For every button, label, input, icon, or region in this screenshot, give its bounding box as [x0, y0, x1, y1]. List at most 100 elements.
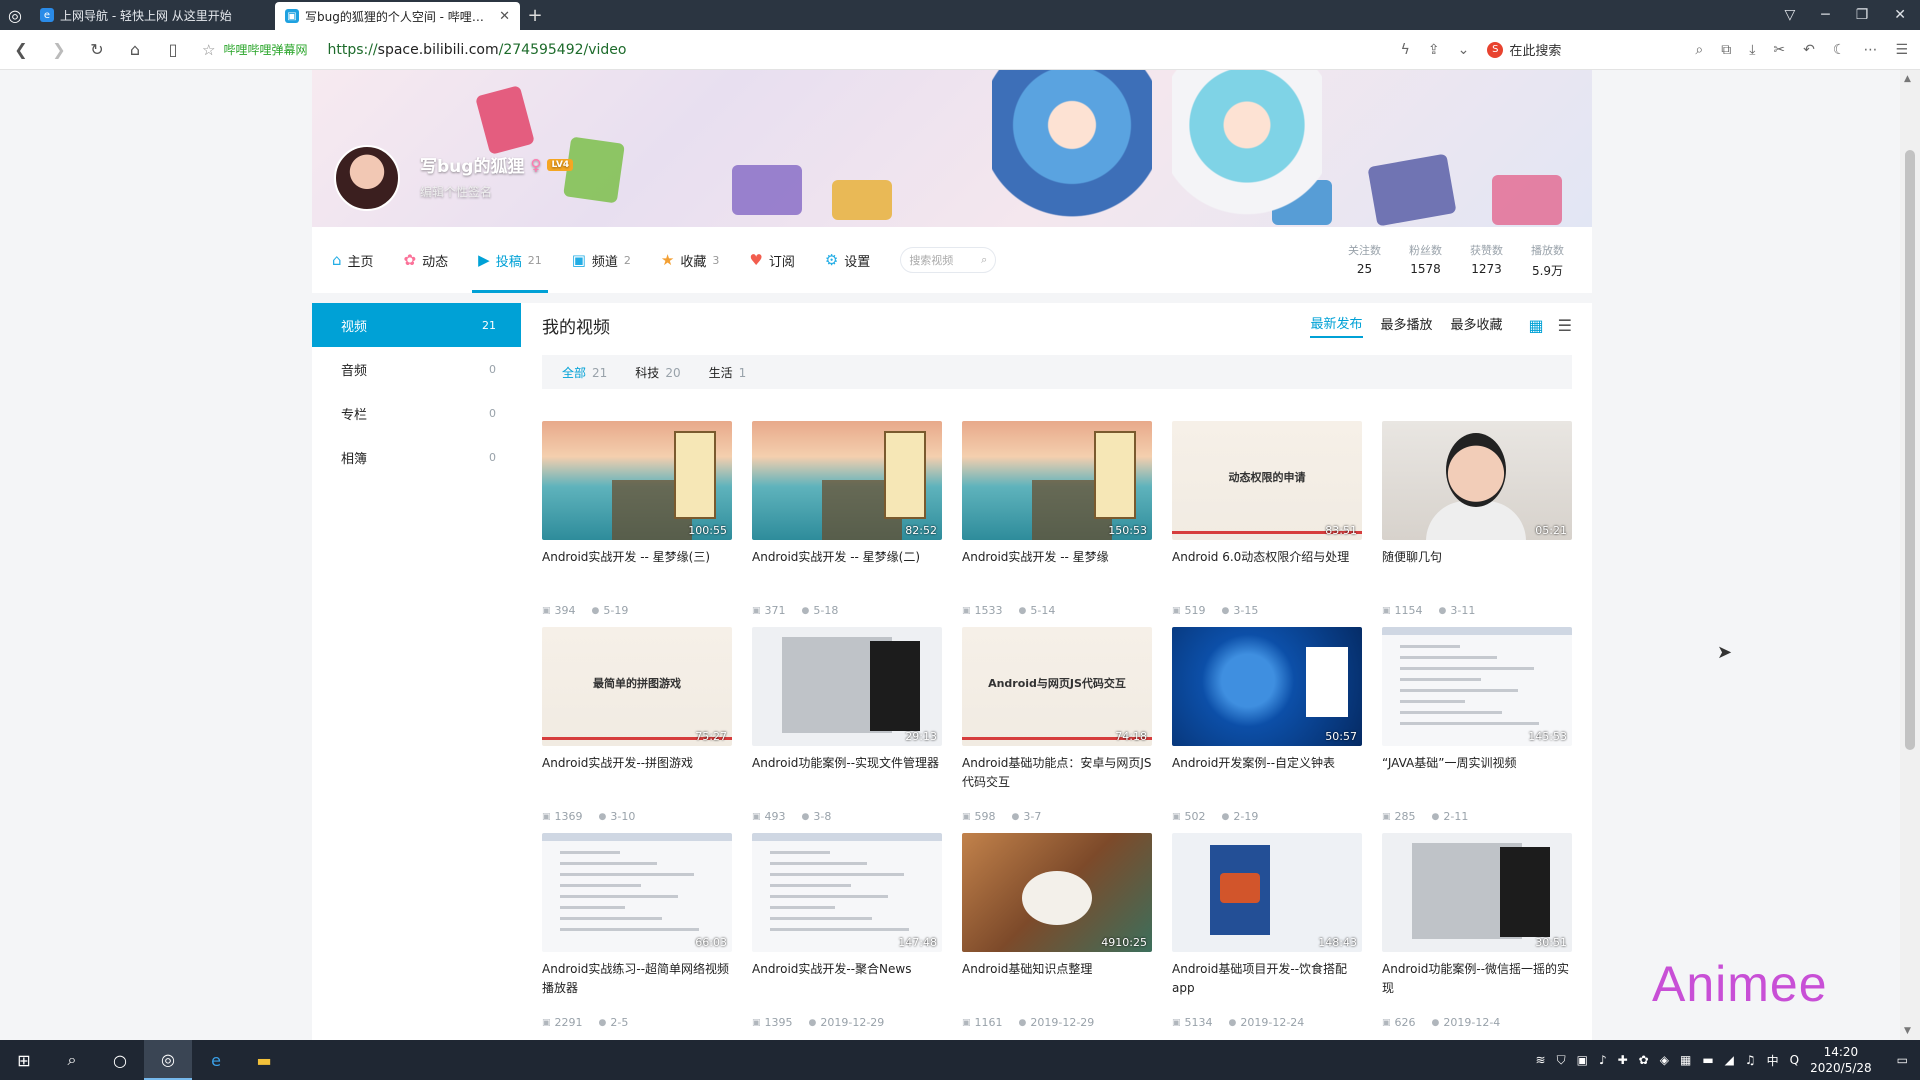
video-card[interactable]: 29:13 Android功能案例--实现文件管理器 ▣ 493 ● 3-8 [752, 627, 942, 823]
video-thumbnail[interactable]: 145:53 [1382, 627, 1572, 746]
video-title[interactable]: Android开发案例--自定义钟表 [1172, 754, 1362, 792]
stat-following[interactable]: 关注数 25 [1348, 242, 1381, 279]
tab-dynamic[interactable]: ✿ 动态 [404, 227, 449, 293]
tab-home[interactable]: ⌂ 主页 [332, 227, 374, 293]
sidebar-item-video[interactable]: 视频 21 [312, 303, 521, 347]
download-icon[interactable]: ⤓ [1749, 42, 1755, 58]
video-thumbnail[interactable]: 148:43 [1172, 833, 1362, 952]
notification-icon[interactable]: ▭ [1897, 1053, 1908, 1067]
home-button[interactable]: ⌂ [126, 40, 144, 59]
video-title[interactable]: Android基础知识点整理 [962, 960, 1152, 998]
tab-channel[interactable]: ▣ 频道 2 [572, 227, 631, 293]
filter-all[interactable]: 全部 21 [562, 364, 607, 381]
video-card[interactable]: 145:53 “JAVA基础”一周实训视频 ▣ 285 ● 2-11 [1382, 627, 1572, 823]
reading-mode-icon[interactable]: ▯ [164, 40, 182, 59]
video-card[interactable]: 30:51 Android功能案例--微信摇一摇的实现 ▣ 626 ● 2019-12-4 [1382, 833, 1572, 1029]
video-card[interactable]: 148:43 Android基础项目开发--饮食搭配app ▣ 5134 ● 2019-1… [1172, 833, 1362, 1029]
tray-app-icon[interactable]: ✿ [1639, 1053, 1649, 1067]
video-thumbnail[interactable]: 29:13 [752, 627, 942, 746]
video-card[interactable]: 82:52 Android实战开发 -- 星梦缘(二) ▣ 371 ● 5-18 [752, 421, 942, 617]
video-thumbnail[interactable]: 147:48 [752, 833, 942, 952]
clock[interactable]: 14:20 2020/5/28 [1810, 1044, 1872, 1076]
scrollbar-thumb[interactable] [1905, 150, 1915, 750]
tray-app-icon[interactable]: ▬ [1702, 1053, 1713, 1067]
video-card[interactable]: 147:48 Android实战开发--聚合News ▣ 1395 ● 2019-12-2… [752, 833, 942, 1029]
minimize-button[interactable]: ─ [1821, 7, 1829, 23]
video-card[interactable]: 66:03 Android实战练习--超简单网络视频播放器 ▣ 2291 ● 2-5 [542, 833, 732, 1029]
video-title[interactable]: Android功能案例--实现文件管理器 [752, 754, 942, 792]
video-title[interactable]: Android 6.0动态权限介绍与处理 [1172, 548, 1362, 586]
tab-bilibili-space[interactable]: ▣ 写bug的狐狸的个人空间 - 哔哩哔哩 ✕ [275, 2, 520, 30]
shield-icon[interactable]: ⛉ [1557, 1053, 1566, 1068]
sidebar-item-albums[interactable]: 相簿 0 [312, 435, 521, 479]
video-search-input[interactable]: 搜索视频 ⌕ [900, 247, 997, 273]
file-explorer-icon[interactable]: ▬ [240, 1040, 288, 1080]
video-card[interactable]: 动态权限的申请 83:51 Android 6.0动态权限介绍与处理 ▣ 519 ● 3-1… [1172, 421, 1362, 617]
video-thumbnail[interactable]: 100:55 [542, 421, 732, 540]
video-card[interactable]: Android与网页JS代码交互 74:18 Android基础功能点：安卓与网页J… [962, 627, 1152, 823]
wifi-icon[interactable]: ≋ [1536, 1053, 1546, 1067]
video-thumbnail[interactable]: 66:03 [542, 833, 732, 952]
sort-most-played[interactable]: 最多播放 [1381, 314, 1433, 337]
video-thumbnail[interactable]: 30:51 [1382, 833, 1572, 952]
close-window-button[interactable]: ✕ [1894, 7, 1906, 23]
url-field[interactable]: https://space.bilibili.com/274595492/vid… [327, 42, 1380, 58]
tray-app-icon[interactable]: Q [1790, 1053, 1799, 1067]
video-title[interactable]: 随便聊几句 [1382, 548, 1572, 586]
back-button[interactable]: ❮ [12, 40, 30, 59]
video-thumbnail[interactable]: 50:57 [1172, 627, 1362, 746]
video-card[interactable]: 最简单的拼图游戏 75:27 Android实战开发--拼图游戏 ▣ 1369 ● 3-10 [542, 627, 732, 823]
video-title[interactable]: Android实战开发 -- 星梦缘(三) [542, 548, 732, 586]
undo-icon[interactable]: ↶ [1803, 42, 1815, 58]
night-mode-icon[interactable]: ☾ [1833, 42, 1846, 58]
search-icon[interactable]: ⌕ [48, 1040, 96, 1080]
forward-button[interactable]: ❯ [50, 40, 68, 59]
tab-close-icon[interactable]: ✕ [499, 9, 510, 24]
video-title[interactable]: “JAVA基础”一周实训视频 [1382, 754, 1572, 792]
video-thumbnail[interactable]: 最简单的拼图游戏 75:27 [542, 627, 732, 746]
new-tab-button[interactable]: + [520, 0, 550, 30]
sort-latest[interactable]: 最新发布 [1310, 313, 1363, 338]
bookmark-star-icon[interactable]: ☆ [202, 41, 215, 59]
extension-icon[interactable]: ⧉ [1721, 42, 1731, 58]
tray-app-icon[interactable]: ◈ [1660, 1053, 1669, 1067]
search-icon[interactable]: ⌕ [1695, 42, 1703, 58]
filter-tech[interactable]: 科技 20 [635, 364, 680, 381]
tab-settings[interactable]: ⚙ 设置 [825, 227, 870, 293]
tray-app-icon[interactable]: ✚ [1618, 1053, 1628, 1067]
video-title[interactable]: Android实战练习--超简单网络视频播放器 [542, 960, 732, 998]
chevron-down-icon[interactable]: ⌄ [1458, 42, 1470, 58]
page-scrollbar[interactable]: ▲ ▼ [1900, 70, 1920, 1040]
video-card[interactable]: 05:21 随便聊几句 ▣ 1154 ● 3-11 [1382, 421, 1572, 617]
reload-button[interactable]: ↻ [88, 40, 106, 59]
video-card[interactable]: 150:53 Android实战开发 -- 星梦缘 ▣ 1533 ● 5-14 [962, 421, 1152, 617]
start-button[interactable]: ⊞ [0, 1040, 48, 1080]
volume-icon[interactable]: ♫ [1745, 1053, 1756, 1067]
video-thumbnail[interactable]: Android与网页JS代码交互 74:18 [962, 627, 1152, 746]
video-title[interactable]: Android实战开发--聚合News [752, 960, 942, 998]
video-title[interactable]: Android基础功能点：安卓与网页JS代码交互 [962, 754, 1152, 792]
video-title[interactable]: Android基础项目开发--饮食搭配app [1172, 960, 1362, 998]
video-card[interactable]: 50:57 Android开发案例--自定义钟表 ▣ 502 ● 2-19 [1172, 627, 1362, 823]
ime-indicator[interactable]: 中 [1767, 1052, 1779, 1069]
sidebar-item-audio[interactable]: 音频 0 [312, 347, 521, 391]
video-thumbnail[interactable]: 05:21 [1382, 421, 1572, 540]
grid-view-icon[interactable]: ▦ [1529, 316, 1544, 335]
search-box[interactable]: S 在此搜索 [1487, 40, 1677, 59]
video-card[interactable]: 100:55 Android实战开发 -- 星梦缘(三) ▣ 394 ● 5-19 [542, 421, 732, 617]
video-title[interactable]: Android实战开发 -- 星梦缘(二) [752, 548, 942, 586]
tab-favorites[interactable]: ★ 收藏 3 [661, 227, 719, 293]
scissors-icon[interactable]: ✂ [1773, 42, 1785, 58]
scroll-down-icon[interactable]: ▼ [1904, 1026, 1911, 1036]
restore-button[interactable]: ❐ [1856, 7, 1869, 23]
ie-taskbar-icon[interactable]: e [192, 1040, 240, 1080]
tab-menu-icon[interactable]: ▽ [1784, 7, 1795, 23]
scroll-up-icon[interactable]: ▲ [1904, 74, 1911, 84]
video-title[interactable]: Android实战开发 -- 星梦缘 [962, 548, 1152, 586]
video-thumbnail[interactable]: 4910:25 [962, 833, 1152, 952]
list-view-icon[interactable]: ☰ [1558, 316, 1572, 335]
more-icon[interactable]: ⋯ [1863, 42, 1877, 58]
tab-navigation[interactable]: e 上网导航 - 轻快上网 从这里开始 [30, 0, 275, 30]
task-view-icon[interactable]: ○ [96, 1040, 144, 1080]
video-card[interactable]: 4910:25 Android基础知识点整理 ▣ 1161 ● 2019-12-29 [962, 833, 1152, 1029]
